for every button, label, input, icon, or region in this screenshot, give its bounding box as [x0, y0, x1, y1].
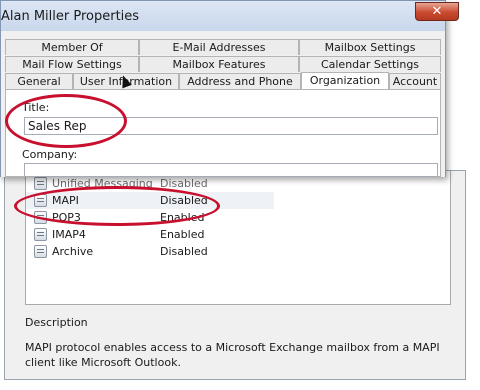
tab-account[interactable]: Account — [389, 73, 441, 89]
close-button[interactable]: ✕ — [415, 2, 459, 21]
mapi-highlight-ring — [14, 186, 220, 226]
tab-address-and-phone[interactable]: Address and Phone — [179, 73, 301, 89]
tab-mailbox-features[interactable]: Mailbox Features — [139, 56, 299, 72]
tab-mailbox-settings[interactable]: Mailbox Settings — [299, 39, 441, 55]
feature-status: Disabled — [160, 177, 208, 190]
tab-calendar-settings[interactable]: Calendar Settings — [299, 56, 441, 72]
feature-name: IMAP4 — [52, 228, 86, 241]
feature-row-archive[interactable]: Archive Disabled — [26, 243, 450, 260]
close-icon: ✕ — [431, 4, 443, 19]
feature-icon — [34, 245, 47, 258]
window-title: Alan Miller Properties — [1, 9, 140, 24]
properties-dialog: Alan Miller Properties Member Of E-Mail … — [0, 0, 459, 177]
tab-general[interactable]: General — [5, 73, 73, 89]
tab-email-addresses[interactable]: E-Mail Addresses — [139, 39, 299, 55]
titlebar: Alan Miller Properties — [1, 1, 445, 31]
feature-row-imap4[interactable]: IMAP4 Enabled — [26, 226, 450, 243]
feature-icon — [34, 177, 47, 190]
feature-status: Disabled — [160, 245, 208, 258]
title-highlight-ring — [5, 94, 127, 148]
tab-organization[interactable]: Organization — [301, 72, 389, 89]
feature-name: Archive — [52, 245, 94, 258]
tab-member-of[interactable]: Member Of — [5, 39, 139, 55]
company-label: Company: — [22, 148, 78, 161]
feature-icon — [34, 228, 47, 241]
company-field[interactable] — [24, 163, 438, 177]
feature-status: Enabled — [160, 228, 205, 241]
description-label: Description — [25, 316, 88, 329]
description-text: MAPI protocol enables access to a Micros… — [25, 341, 440, 369]
tab-mail-flow-settings[interactable]: Mail Flow Settings — [5, 56, 139, 72]
